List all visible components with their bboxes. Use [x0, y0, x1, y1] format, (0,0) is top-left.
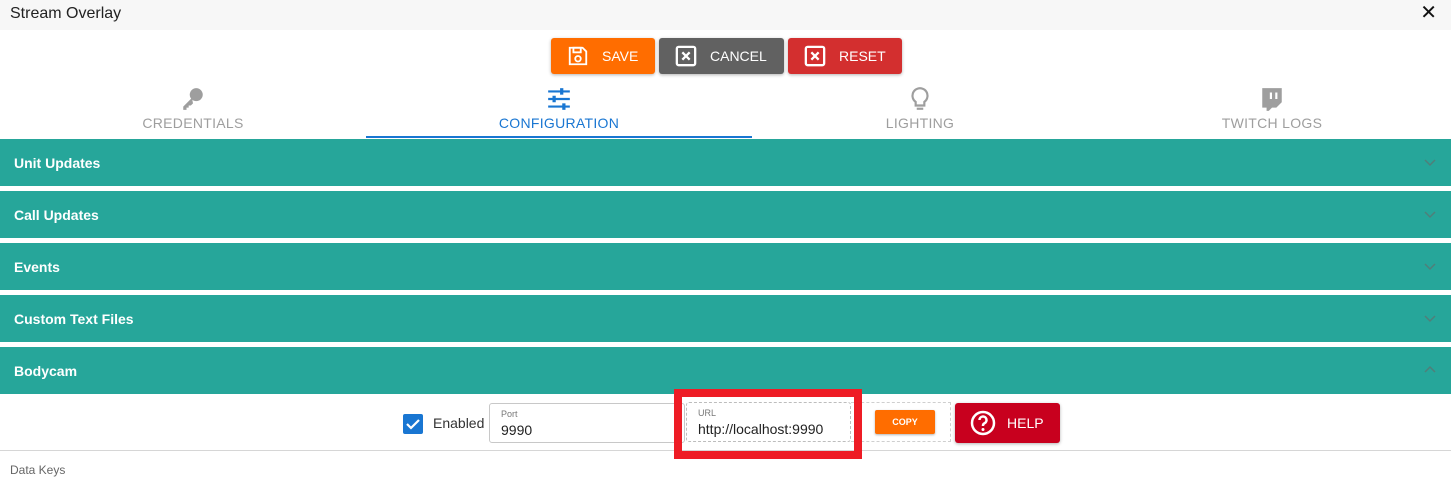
tab-bar: CREDENTIALS CONFIGURATION LIGHTING TWITC…	[0, 82, 1451, 138]
port-field[interactable]: Port	[489, 403, 685, 443]
panel-call-updates[interactable]: Call Updates	[0, 191, 1451, 238]
enabled-checkbox[interactable]	[403, 414, 423, 434]
title-bar: Stream Overlay ✕	[0, 0, 1451, 30]
tab-credentials[interactable]: CREDENTIALS	[0, 82, 386, 138]
reset-button[interactable]: RESET	[788, 38, 902, 74]
chevron-up-icon	[1424, 365, 1436, 373]
panel-label: Call Updates	[14, 207, 99, 223]
copy-button[interactable]: COPY	[875, 410, 935, 434]
tab-label: LIGHTING	[885, 115, 955, 131]
floppy-disk-icon	[568, 46, 588, 66]
help-label: HELP	[1007, 415, 1044, 431]
chevron-down-icon	[1424, 263, 1436, 271]
cancel-label: CANCEL	[710, 48, 767, 64]
chevron-down-icon	[1424, 315, 1436, 323]
key-icon	[183, 88, 203, 110]
chevron-down-icon	[1424, 159, 1436, 167]
data-keys-label: Data Keys	[10, 463, 66, 477]
panel-label: Custom Text Files	[14, 311, 134, 327]
save-button[interactable]: SAVE	[551, 38, 655, 74]
panel-unit-updates[interactable]: Unit Updates	[0, 139, 1451, 186]
panel-label: Events	[14, 259, 60, 275]
port-input[interactable]	[501, 422, 661, 438]
panel-events[interactable]: Events	[0, 243, 1451, 290]
panel-bodycam[interactable]: Bodycam	[0, 347, 1451, 394]
panel-custom-text-files[interactable]: Custom Text Files	[0, 295, 1451, 342]
sliders-icon	[548, 88, 570, 110]
lightbulb-icon	[911, 87, 929, 110]
url-highlight-box	[674, 389, 862, 459]
tab-label: TWITCH LOGS	[1221, 115, 1323, 131]
close-box-icon	[804, 45, 826, 67]
active-tab-indicator	[366, 136, 752, 138]
chevron-down-icon	[1424, 211, 1436, 219]
panel-label: Bodycam	[14, 363, 78, 379]
cancel-button[interactable]: CANCEL	[659, 38, 784, 74]
check-icon	[406, 419, 420, 430]
enabled-label: Enabled	[433, 415, 485, 431]
tab-configuration[interactable]: CONFIGURATION	[366, 82, 752, 138]
window-title: Stream Overlay	[10, 5, 122, 22]
close-icon[interactable]: ✕	[1420, 3, 1437, 23]
twitch-icon	[1262, 88, 1282, 111]
port-label: Port	[501, 409, 518, 419]
tab-twitch-logs[interactable]: TWITCH LOGS	[1079, 82, 1451, 138]
close-box-icon	[675, 45, 697, 67]
reset-label: RESET	[839, 48, 886, 64]
tab-label: CONFIGURATION	[498, 115, 620, 131]
save-label: SAVE	[602, 48, 639, 64]
help-circle-icon	[970, 410, 996, 436]
help-button[interactable]: HELP	[955, 403, 1060, 443]
panel-label: Unit Updates	[14, 155, 101, 171]
tab-label: CREDENTIALS	[142, 115, 244, 131]
tab-lighting[interactable]: LIGHTING	[727, 82, 1113, 138]
